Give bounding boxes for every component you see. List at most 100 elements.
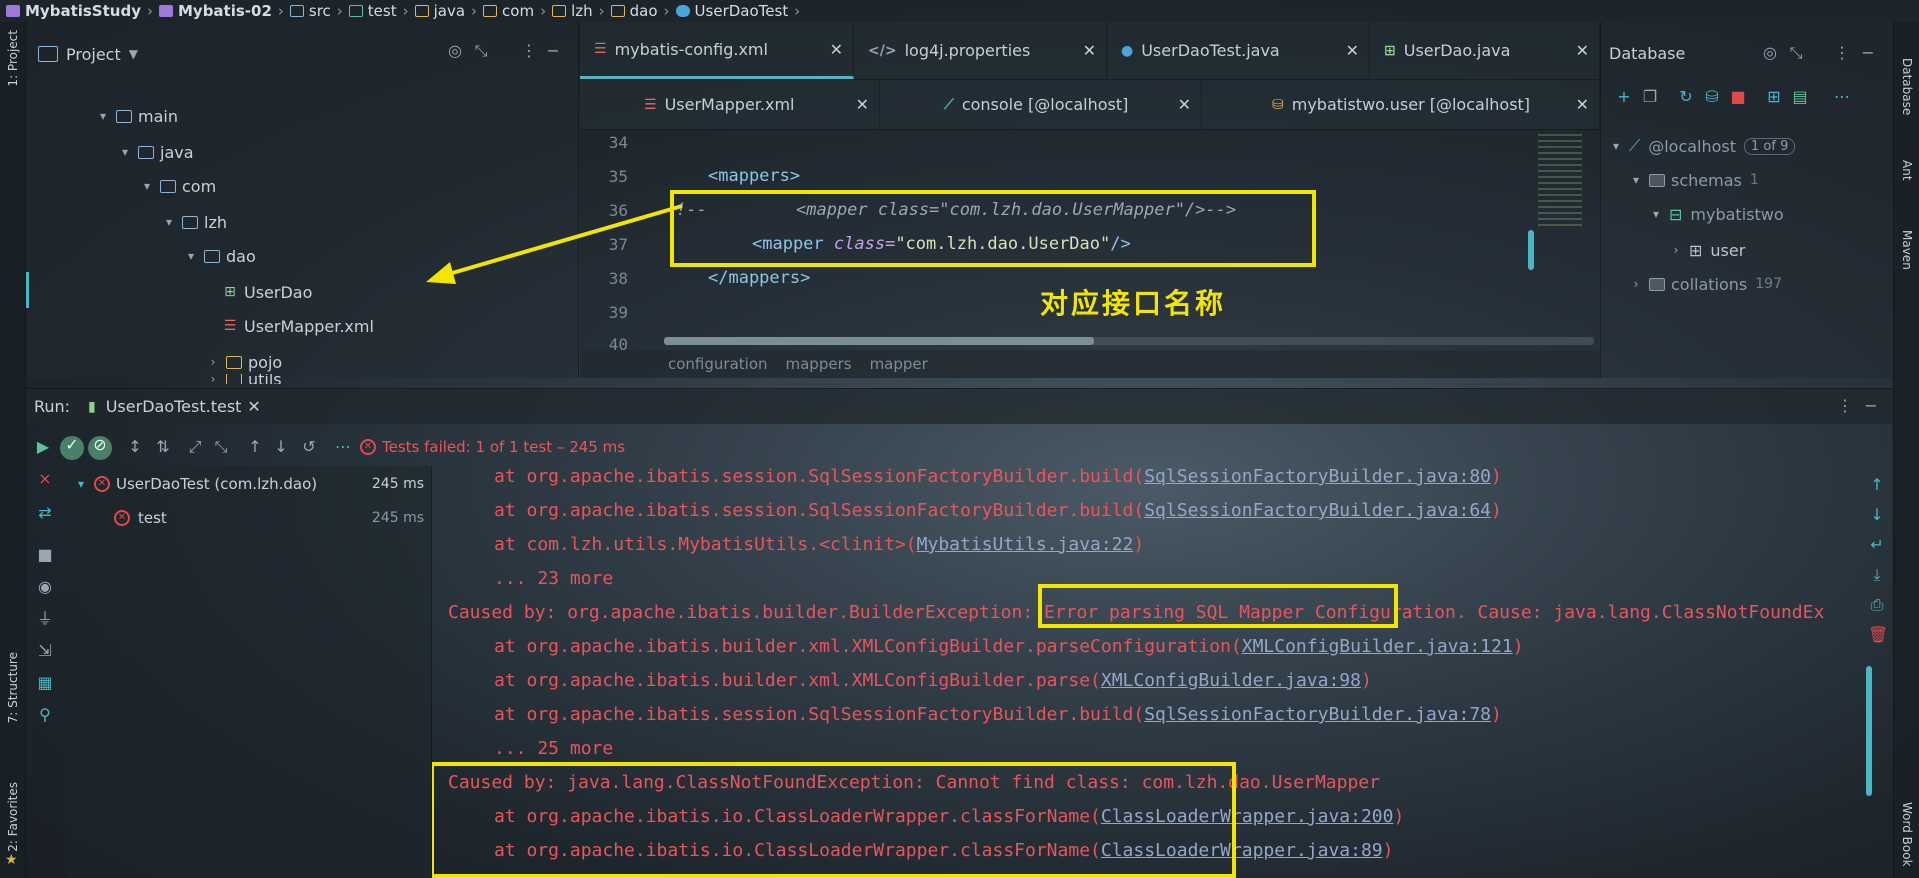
close-icon[interactable]: ✕: [856, 95, 869, 114]
clear-failed-icon[interactable]: ⨯: [36, 470, 54, 488]
structure-tool-button[interactable]: 7: Structure: [6, 652, 20, 723]
collapse-icon[interactable]: ⤡: [472, 42, 490, 60]
swap-icon[interactable]: ⇄: [36, 504, 54, 522]
word-book-tool-button[interactable]: Word Book: [1900, 802, 1914, 867]
arrow-up-icon[interactable]: ↑: [1868, 476, 1886, 494]
exit-icon[interactable]: ⇲: [36, 642, 54, 660]
target-icon[interactable]: ◎: [446, 42, 464, 60]
camera-icon[interactable]: ◉: [36, 578, 54, 596]
project-tool-button[interactable]: 1: Project: [6, 30, 20, 87]
layout-icon[interactable]: ▦: [36, 674, 54, 692]
trash-icon[interactable]: 🗑: [1868, 626, 1888, 644]
breadcrumb-module[interactable]: Mybatis-02 ›: [158, 2, 284, 20]
tree-item-usermapper-xml[interactable]: ☰ UserMapper.xml: [222, 314, 374, 338]
vertical-scrollbar-thumb[interactable]: [1528, 230, 1534, 270]
breadcrumb-project[interactable]: MybatisStudy ›: [6, 2, 153, 20]
console-link[interactable]: MybatisUtils.java:22: [917, 534, 1134, 555]
tab-console-localhost[interactable]: ⟋ console [@localhost] ✕: [880, 80, 1202, 129]
target-icon[interactable]: ◎: [1761, 44, 1779, 62]
stop-icon[interactable]: ■: [36, 546, 54, 564]
breadcrumb-lzh[interactable]: lzh ›: [552, 2, 605, 20]
console-link[interactable]: SqlSessionFactoryBuilder.java:64: [1144, 500, 1491, 521]
close-icon[interactable]: ✕: [1576, 41, 1589, 60]
host-counter-badge[interactable]: 1 of 9: [1744, 137, 1796, 155]
more-options-icon[interactable]: ⋮: [1836, 397, 1854, 415]
code-crumb-mappers[interactable]: mappers: [786, 355, 852, 373]
schema-icon[interactable]: ⛁: [1703, 88, 1721, 106]
maven-tool-button[interactable]: Maven: [1900, 230, 1914, 270]
db-collations[interactable]: › collations 197: [1629, 272, 1782, 296]
tab-mybatistwo-user[interactable]: ⛁ mybatistwo.user [@localhost] ✕: [1202, 80, 1600, 129]
close-icon[interactable]: ✕: [247, 397, 260, 416]
stop-icon[interactable]: ■: [1729, 88, 1747, 106]
arrow-up-icon[interactable]: ↑: [246, 438, 264, 456]
breadcrumb-java[interactable]: java ›: [414, 2, 477, 20]
arrow-down-icon[interactable]: ↓: [1868, 506, 1886, 524]
run-tab-userdaotest[interactable]: ▮ UserDaoTest.test ✕: [88, 397, 261, 416]
tree-item-java[interactable]: ▾ java: [118, 140, 194, 164]
close-icon[interactable]: ✕: [1576, 95, 1589, 114]
scroll-to-end-icon[interactable]: ⤓: [1868, 566, 1886, 584]
show-passed-icon[interactable]: ✓: [60, 436, 84, 460]
close-icon[interactable]: ✕: [830, 40, 843, 59]
tab-userdaotest-java[interactable]: ● UserDaoTest.java ✕: [1107, 22, 1370, 79]
collapse-icon[interactable]: ⤡: [1787, 44, 1805, 62]
minimize-icon[interactable]: −: [1859, 44, 1877, 62]
sort-alpha-icon[interactable]: ↕: [126, 438, 144, 456]
history-icon[interactable]: ↺: [300, 438, 318, 456]
table-view-icon[interactable]: ⊞: [1765, 88, 1783, 106]
code-crumb-configuration[interactable]: configuration: [668, 355, 768, 373]
tab-userdao-java[interactable]: ⊞ UserDao.java ✕: [1370, 22, 1600, 79]
refresh-icon[interactable]: ↻: [1677, 88, 1695, 106]
show-ignored-icon[interactable]: ⊘: [88, 436, 112, 460]
project-view-selector[interactable]: Project: [66, 45, 121, 64]
console-link[interactable]: SqlSessionFactoryBuilder.java:78: [1144, 704, 1491, 725]
tree-item-dao[interactable]: ▾ dao: [184, 244, 256, 268]
chevron-down-icon[interactable]: ▼: [129, 47, 138, 61]
tree-item-main[interactable]: ▾ main: [96, 104, 178, 128]
database-tool-button[interactable]: Database: [1900, 58, 1914, 115]
close-icon[interactable]: ✕: [1346, 41, 1359, 60]
sort-duration-icon[interactable]: ⇅: [154, 438, 172, 456]
tab-usermapper-xml[interactable]: ☰ UserMapper.xml ✕: [580, 80, 880, 129]
breadcrumb-com[interactable]: com ›: [483, 2, 546, 20]
rerun-icon[interactable]: ▶: [34, 438, 52, 456]
db-schemas[interactable]: ▾ schemas 1: [1629, 168, 1759, 192]
close-icon[interactable]: ✕: [1178, 95, 1191, 114]
ant-tool-button[interactable]: Ant: [1900, 160, 1914, 181]
more-icon[interactable]: ⋯: [1833, 88, 1851, 106]
test-suite-row[interactable]: ▾ ✕ UserDaoTest (com.lzh.dao) 245 ms: [74, 472, 424, 496]
collapse-all-icon[interactable]: ⤡: [212, 438, 230, 456]
breadcrumb-class[interactable]: UserDaoTest ›: [675, 2, 800, 20]
tree-item-utils[interactable]: › utils: [206, 374, 282, 384]
console-link[interactable]: SqlSessionFactoryBuilder.java:80: [1144, 466, 1491, 487]
db-schema-mybatistwo[interactable]: ▾ ⊟ mybatistwo: [1649, 202, 1784, 226]
plug-icon[interactable]: ⏚: [36, 610, 54, 628]
code-editor[interactable]: 34 35 36 37 38 39 40 <mappers> !-- <mapp…: [580, 130, 1600, 350]
minimize-icon[interactable]: −: [1862, 397, 1880, 415]
test-case-row[interactable]: ✕ test 245 ms: [114, 506, 424, 530]
db-host[interactable]: ▾ ⟋ @localhost 1 of 9: [1609, 134, 1796, 158]
pin-icon[interactable]: ⚲: [36, 706, 54, 724]
tab-log4j-properties[interactable]: </> log4j.properties ✕: [854, 22, 1107, 79]
horizontal-scrollbar-thumb[interactable]: [664, 337, 1094, 345]
favorites-tool-button[interactable]: 2: Favorites: [6, 782, 20, 852]
breadcrumb-src[interactable]: src ›: [289, 2, 343, 20]
tree-item-pojo[interactable]: › pojo: [206, 350, 283, 374]
console-output[interactable]: at org.apache.ibatis.session.SqlSessionF…: [432, 466, 1862, 878]
breadcrumb-dao[interactable]: dao ›: [610, 2, 670, 20]
copy-icon[interactable]: ❐: [1641, 88, 1659, 106]
more-icon[interactable]: ⋯: [334, 438, 352, 456]
soft-wrap-icon[interactable]: ↵: [1868, 536, 1886, 554]
more-options-icon[interactable]: ⋮: [1833, 44, 1851, 62]
print-icon[interactable]: ⎙: [1868, 596, 1886, 614]
console-link[interactable]: XMLConfigBuilder.java:121: [1242, 636, 1513, 657]
tree-item-com[interactable]: ▾ com: [140, 174, 216, 198]
expand-all-icon[interactable]: ⤢: [186, 438, 204, 456]
console-scrollbar-thumb[interactable]: [1866, 666, 1872, 796]
more-options-icon[interactable]: ⋮: [520, 42, 538, 60]
tab-mybatis-config-xml[interactable]: ☰ mybatis-config.xml ✕: [580, 22, 854, 79]
tree-item-userdao[interactable]: ⊞ UserDao: [222, 280, 312, 304]
code-crumb-mapper[interactable]: mapper: [870, 355, 928, 373]
star-icon[interactable]: ★: [5, 852, 18, 868]
